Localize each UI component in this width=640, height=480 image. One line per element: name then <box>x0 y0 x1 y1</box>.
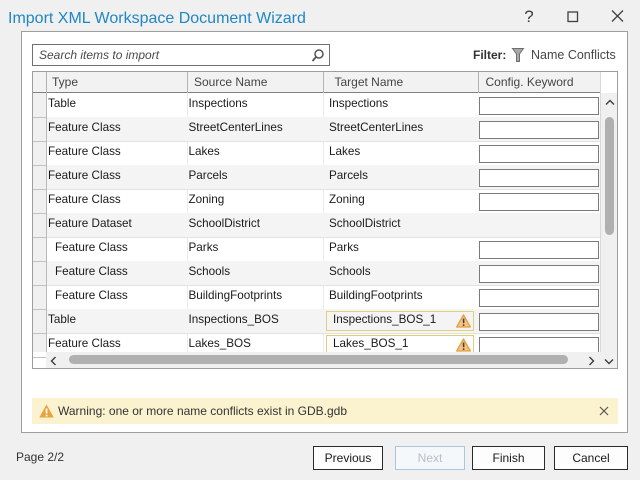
svg-text:?: ? <box>524 7 533 26</box>
